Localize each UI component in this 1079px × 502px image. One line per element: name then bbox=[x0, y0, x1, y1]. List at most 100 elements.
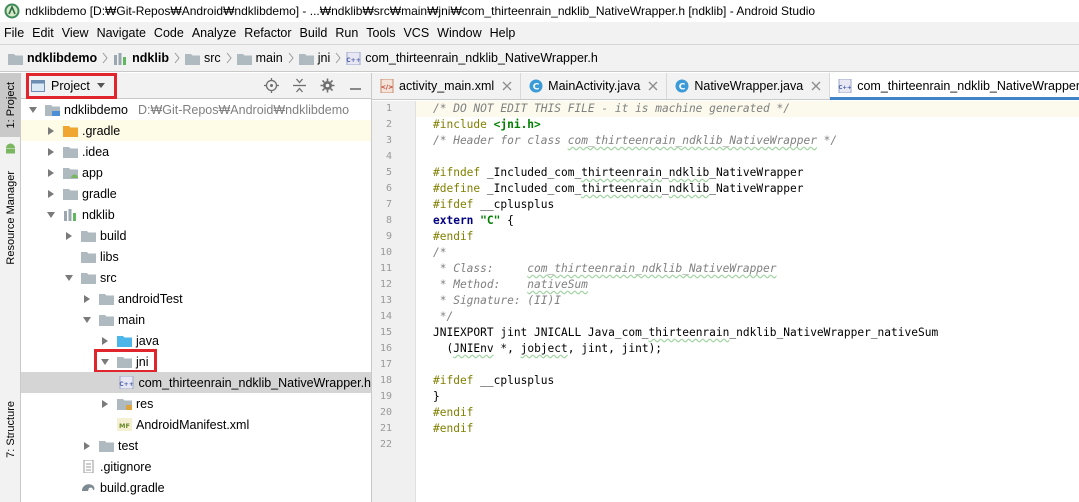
breadcrumb-jni[interactable]: jni bbox=[298, 51, 330, 65]
tree-item-android-manifest[interactable]: MF AndroidManifest.xml bbox=[21, 414, 371, 435]
menu-file[interactable]: File bbox=[0, 26, 28, 40]
line-number: 10 bbox=[379, 247, 392, 258]
code-line: #endif bbox=[433, 422, 474, 435]
chevron-right-icon bbox=[174, 52, 180, 64]
menu-bar: File Edit View Navigate Code Analyze Ref… bbox=[0, 22, 1079, 44]
tree-item-native-wrapper-header[interactable]: C++ com_thirteenrain_ndklib_NativeWrappe… bbox=[21, 372, 371, 393]
line-number: 21 bbox=[379, 423, 392, 434]
breadcrumb-ndklibdemo[interactable]: ndklibdemo bbox=[8, 51, 97, 65]
chevron-down-icon[interactable] bbox=[45, 209, 57, 221]
tree-item-src[interactable]: src bbox=[21, 267, 371, 288]
java-class-icon: C bbox=[675, 79, 689, 93]
chevron-right-icon[interactable] bbox=[81, 440, 93, 452]
highlight-box-project bbox=[26, 73, 117, 99]
breadcrumb-header-file[interactable]: C++ com_thirteenrain_ndklib_NativeWrappe… bbox=[346, 51, 598, 65]
code-line: * Class: com_thirteenrain_ndklib_NativeW… bbox=[433, 262, 777, 275]
tab-activity-main-xml[interactable]: </> activity_main.xml bbox=[372, 73, 522, 99]
chevron-right-icon[interactable] bbox=[99, 335, 111, 347]
chevron-right-icon[interactable] bbox=[45, 146, 57, 158]
menu-analyze[interactable]: Analyze bbox=[188, 26, 240, 40]
menu-help[interactable]: Help bbox=[486, 26, 520, 40]
tree-item-libs[interactable]: libs bbox=[21, 246, 371, 267]
tab-native-wrapper-header[interactable]: C++ com_thirteenrain_ndklib_NativeWrappe… bbox=[830, 73, 1079, 100]
menu-run[interactable]: Run bbox=[331, 26, 362, 40]
crosshair-icon bbox=[263, 77, 279, 93]
tree-item-build[interactable]: build bbox=[21, 225, 371, 246]
collapse-all-icon bbox=[292, 78, 306, 92]
chevron-right-icon[interactable] bbox=[63, 230, 75, 242]
line-number: 9 bbox=[385, 231, 392, 242]
line-number: 14 bbox=[379, 311, 392, 322]
project-view-selector[interactable]: Project bbox=[26, 73, 117, 99]
chevron-right-icon[interactable] bbox=[45, 125, 57, 137]
tree-item-res[interactable]: res bbox=[21, 393, 371, 414]
code-line: (JNIEnv *, jobject, jint, jint); bbox=[433, 342, 663, 355]
menu-vcs[interactable]: VCS bbox=[399, 26, 433, 40]
breadcrumb-src[interactable]: src bbox=[184, 51, 221, 65]
android-icon[interactable] bbox=[4, 141, 17, 154]
tab-structure[interactable]: 7: Structure bbox=[0, 393, 21, 465]
menu-navigate[interactable]: Navigate bbox=[93, 26, 150, 40]
close-icon[interactable] bbox=[648, 81, 658, 91]
tree-item-ndklib[interactable]: ndklib bbox=[21, 204, 371, 225]
tree-item-test[interactable]: test bbox=[21, 435, 371, 456]
close-icon[interactable] bbox=[811, 81, 821, 91]
library-module-icon bbox=[64, 209, 76, 221]
chevron-right-icon[interactable] bbox=[81, 293, 93, 305]
gradle-icon bbox=[82, 484, 95, 491]
tree-item-ndklibdemo[interactable]: ndklibdemo D:₩Git-Repos₩Android₩ndklibdem… bbox=[21, 99, 371, 120]
menu-build[interactable]: Build bbox=[296, 26, 332, 40]
chevron-right-icon[interactable] bbox=[99, 398, 111, 410]
tab-project-toolwindow[interactable]: 1: Project bbox=[0, 73, 21, 137]
breadcrumb-main[interactable]: main bbox=[236, 51, 283, 65]
menu-view[interactable]: View bbox=[58, 26, 93, 40]
line-number: 5 bbox=[385, 167, 392, 178]
tree-item-main[interactable]: main bbox=[21, 309, 371, 330]
code-line: #ifndef _Included_com_thirteenrain_ndkli… bbox=[433, 166, 804, 179]
editor-tab-bar: </> activity_main.xml C MainActivity.jav… bbox=[372, 73, 1079, 100]
tree-item-idea[interactable]: .idea bbox=[21, 141, 371, 162]
source-folder-icon bbox=[117, 336, 132, 347]
line-number: 8 bbox=[385, 215, 392, 226]
tree-item-app[interactable]: app bbox=[21, 162, 371, 183]
tree-item-androidtest[interactable]: androidTest bbox=[21, 288, 371, 309]
tree-item-java[interactable]: java bbox=[21, 330, 371, 351]
menu-window[interactable]: Window bbox=[433, 26, 485, 40]
menu-refactor[interactable]: Refactor bbox=[240, 26, 295, 40]
android-module-icon bbox=[63, 168, 78, 179]
text-file-icon bbox=[83, 460, 94, 473]
tree-item-jni[interactable]: jni bbox=[21, 351, 371, 372]
chevron-right-icon[interactable] bbox=[45, 167, 57, 179]
line-number: 20 bbox=[379, 407, 392, 418]
line-number: 3 bbox=[385, 135, 392, 146]
chevron-down-icon[interactable] bbox=[63, 272, 75, 284]
menu-edit[interactable]: Edit bbox=[28, 26, 58, 40]
tab-main-activity-java[interactable]: C MainActivity.java bbox=[521, 73, 668, 99]
breadcrumb-ndklib[interactable]: ndklib bbox=[113, 51, 169, 65]
chevron-right-icon bbox=[226, 52, 232, 64]
close-icon[interactable] bbox=[502, 81, 512, 91]
line-number: 7 bbox=[385, 199, 392, 210]
tree-item-gradle-cache[interactable]: .gradle bbox=[21, 120, 371, 141]
code-editor[interactable]: 1 2 3 4 5 6 7 8 9 10 11 12 13 14 15 16 17 18 19 20 21 22 /* D… bbox=[372, 101, 1079, 502]
tree-item-gitignore[interactable]: .gitignore bbox=[21, 456, 371, 477]
android-studio-icon bbox=[4, 3, 20, 19]
hide-panel-button[interactable] bbox=[347, 77, 363, 93]
svg-text:</>: </> bbox=[381, 84, 393, 91]
menu-tools[interactable]: Tools bbox=[362, 26, 399, 40]
locate-file-button[interactable] bbox=[263, 77, 279, 93]
chevron-down-icon[interactable] bbox=[81, 314, 93, 326]
chevron-right-icon[interactable] bbox=[45, 188, 57, 200]
tab-native-wrapper-java[interactable]: C NativeWrapper.java bbox=[667, 73, 831, 99]
tree-item-build-gradle[interactable]: build.gradle bbox=[21, 477, 371, 498]
collapse-all-button[interactable] bbox=[291, 77, 307, 93]
window-title: ndklibdemo [D:₩Git-Repos₩Android₩ndklibd… bbox=[25, 4, 816, 18]
tab-resource-manager[interactable]: Resource Manager bbox=[0, 163, 21, 273]
code-line: * Method: nativeSum bbox=[433, 278, 588, 291]
tree-item-gradle[interactable]: gradle bbox=[21, 183, 371, 204]
folder-icon bbox=[63, 189, 78, 200]
settings-button[interactable] bbox=[319, 77, 335, 93]
chevron-down-icon[interactable] bbox=[27, 104, 39, 116]
code-line: /* Header for class com_thirteenrain_ndk… bbox=[433, 134, 838, 147]
menu-code[interactable]: Code bbox=[150, 26, 188, 40]
